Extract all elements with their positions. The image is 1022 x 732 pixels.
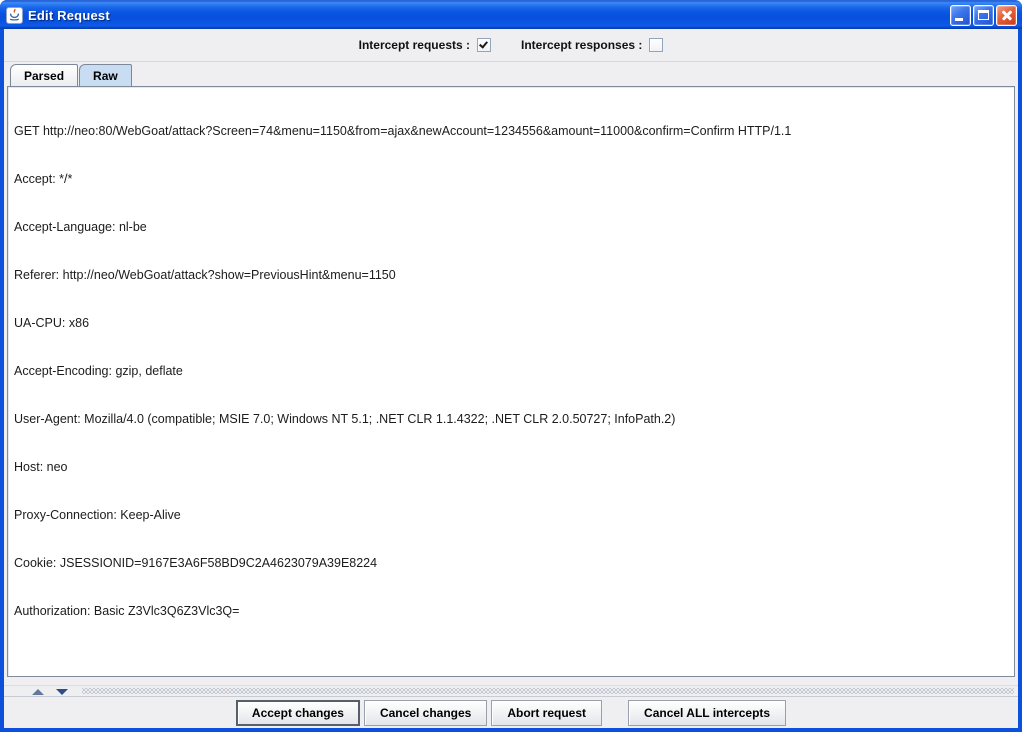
collapse-up-icon[interactable] (32, 689, 44, 695)
request-view-tabs: Parsed Raw (4, 62, 1018, 86)
request-line: GET http://neo:80/WebGoat/attack?Screen=… (14, 123, 1008, 139)
intercept-options-panel: Intercept requests : Intercept responses… (4, 29, 1018, 62)
collapse-down-icon[interactable] (56, 689, 68, 695)
cancel-changes-button[interactable]: Cancel changes (364, 700, 487, 726)
java-app-icon (6, 7, 23, 24)
maximize-icon (978, 10, 989, 20)
raw-request-editor[interactable]: GET http://neo:80/WebGoat/attack?Screen=… (7, 86, 1015, 677)
request-line: User-Agent: Mozilla/4.0 (compatible; MSI… (14, 411, 1008, 427)
tab-raw[interactable]: Raw (79, 64, 132, 86)
request-line: Accept-Language: nl-be (14, 219, 1008, 235)
titlebar[interactable]: Edit Request (0, 0, 1022, 29)
tab-parsed[interactable]: Parsed (10, 64, 78, 86)
request-line: UA-CPU: x86 (14, 315, 1008, 331)
accept-changes-button[interactable]: Accept changes (236, 700, 360, 726)
request-line: Proxy-Connection: Keep-Alive (14, 507, 1008, 523)
intercept-requests-label: Intercept requests : (359, 38, 470, 52)
window-content: Intercept requests : Intercept responses… (4, 29, 1018, 728)
split-pane-divider[interactable] (4, 685, 1018, 697)
window-controls (950, 5, 1017, 26)
action-button-bar: Accept changes Cancel changes Abort requ… (4, 697, 1018, 728)
checkmark-icon (479, 39, 488, 48)
abort-request-button[interactable]: Abort request (491, 700, 602, 726)
intercept-responses-label: Intercept responses : (521, 38, 642, 52)
request-line: Accept: */* (14, 171, 1008, 187)
window-title: Edit Request (28, 8, 950, 23)
intercept-requests-group: Intercept requests : (359, 38, 491, 52)
request-line: Referer: http://neo/WebGoat/attack?show=… (14, 267, 1008, 283)
request-line: Cookie: JSESSIONID=9167E3A6F58BD9C2A4623… (14, 555, 1008, 571)
minimize-icon (955, 18, 963, 21)
close-button[interactable] (996, 5, 1017, 26)
request-line: Accept-Encoding: gzip, deflate (14, 363, 1008, 379)
intercept-responses-group: Intercept responses : (521, 38, 663, 52)
request-line: Authorization: Basic Z3Vlc3Q6Z3Vlc3Q= (14, 603, 1008, 619)
cancel-all-intercepts-button[interactable]: Cancel ALL intercepts (628, 700, 786, 726)
intercept-requests-checkbox[interactable] (477, 38, 491, 52)
edit-request-window: Edit Request Intercept requests : Interc… (0, 0, 1022, 732)
maximize-button[interactable] (973, 5, 994, 26)
divider-texture (82, 688, 1014, 694)
intercept-responses-checkbox[interactable] (649, 38, 663, 52)
minimize-button[interactable] (950, 5, 971, 26)
request-line: Host: neo (14, 459, 1008, 475)
